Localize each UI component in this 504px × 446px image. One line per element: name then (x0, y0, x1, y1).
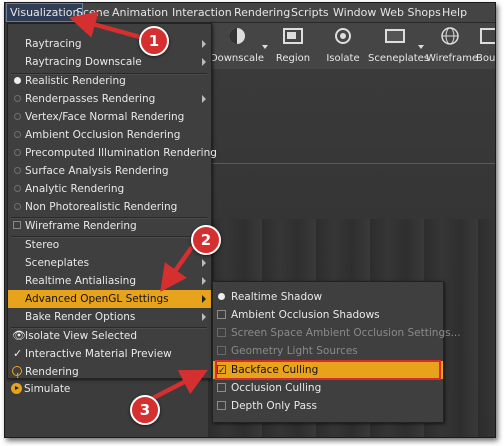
step-badge-2: 2 (191, 225, 221, 255)
annotation-layer (68, 11, 209, 401)
step-badge-3: 3 (130, 395, 160, 425)
annotation-arrow-2 (160, 245, 194, 293)
annotation-arrow-3 (151, 369, 209, 401)
annotation-arrow-1 (68, 11, 141, 40)
step-badge-1: 1 (139, 26, 169, 56)
